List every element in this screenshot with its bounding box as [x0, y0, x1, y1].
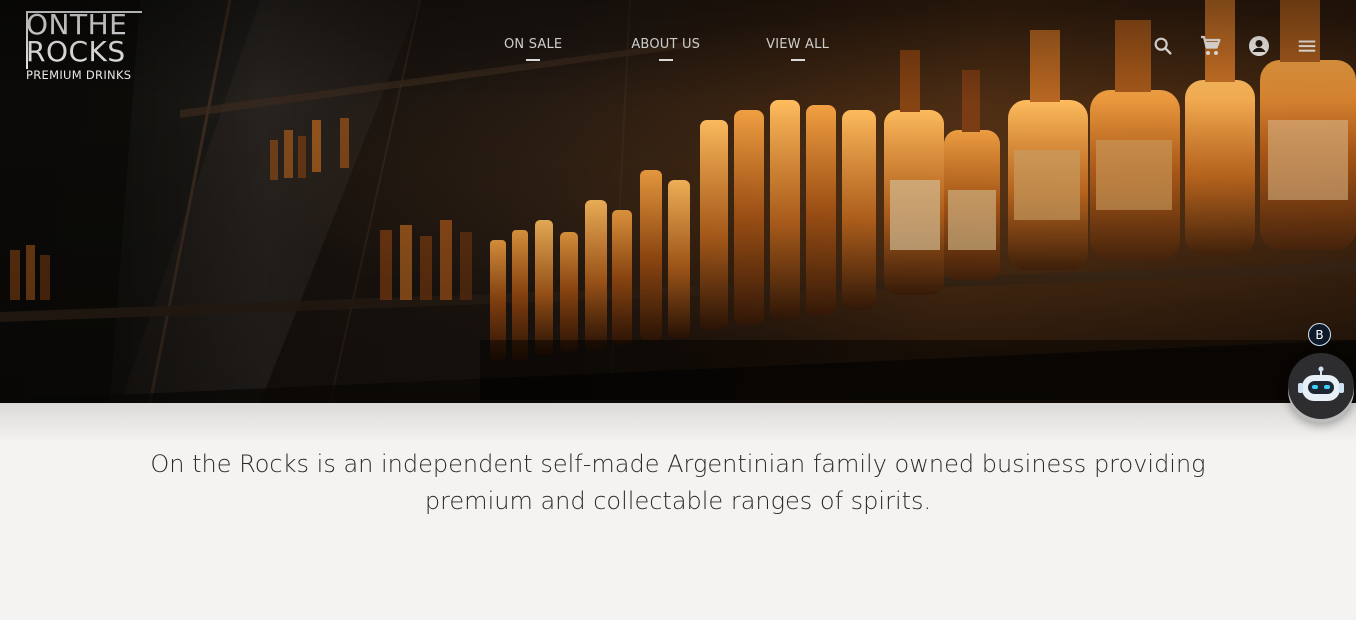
logo-line-2: ROCKS — [26, 35, 126, 68]
header-tools — [1151, 34, 1319, 58]
chatbot-button[interactable] — [1288, 353, 1354, 419]
intro-text: On the Rocks is an independent self-made… — [150, 450, 1206, 515]
cart-icon[interactable] — [1199, 34, 1223, 58]
logo-line-1: ONTHE — [26, 8, 128, 41]
main-nav: ON SALE ABOUT US VIEW ALL — [504, 37, 829, 61]
logo-tagline: PREMIUM DRINKS — [26, 68, 132, 82]
menu-icon[interactable] — [1295, 34, 1319, 58]
chatbot-badge: B — [1308, 323, 1331, 346]
site-logo[interactable]: ONTHE ROCKS PREMIUM DRINKS — [26, 8, 142, 82]
nav-on-sale[interactable]: ON SALE — [504, 37, 562, 61]
hero-shadow — [0, 403, 1356, 443]
account-icon[interactable] — [1247, 34, 1271, 58]
search-icon[interactable] — [1151, 34, 1175, 58]
nav-about-us[interactable]: ABOUT US — [631, 37, 700, 61]
hero-banner: ONTHE ROCKS PREMIUM DRINKS ON SALE ABOUT… — [0, 0, 1356, 403]
nav-view-all[interactable]: VIEW ALL — [766, 37, 829, 61]
robot-icon — [1298, 366, 1344, 401]
hero-bottles-image — [0, 0, 1356, 403]
